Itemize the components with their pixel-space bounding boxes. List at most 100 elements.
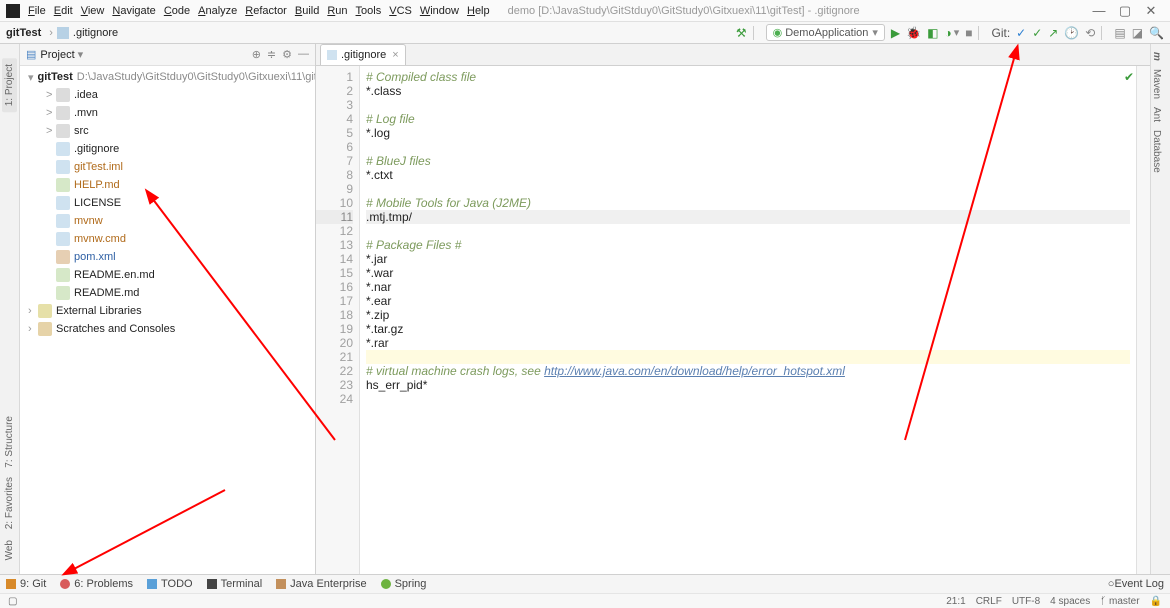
code-line[interactable]: # BlueJ files	[366, 154, 1130, 168]
menu-navigate[interactable]: Navigate	[112, 5, 155, 17]
coverage-button[interactable]: ◧	[927, 26, 938, 40]
code-line[interactable]: *.zip	[366, 308, 1130, 322]
line-separator[interactable]: CRLF	[976, 596, 1002, 607]
toolbar-more-1[interactable]: ▤	[1114, 26, 1125, 40]
hide-icon[interactable]: —	[298, 48, 309, 61]
menu-code[interactable]: Code	[164, 5, 190, 17]
code-line[interactable]: *.nar	[366, 280, 1130, 294]
close-button[interactable]: ✕	[1138, 3, 1164, 19]
stop-button[interactable]: ■	[965, 26, 972, 40]
scratches-and-consoles[interactable]: › Scratches and Consoles	[20, 320, 315, 338]
tree-item-help-md[interactable]: HELP.md	[20, 176, 315, 194]
tree-item-license[interactable]: LICENSE	[20, 194, 315, 212]
tool-tab-terminal[interactable]: Terminal	[207, 578, 263, 590]
tree-item--gitignore[interactable]: .gitignore	[20, 140, 315, 158]
lock-icon[interactable]: 🔒	[1150, 596, 1162, 607]
code-line[interactable]: hs_err_pid*	[366, 378, 1130, 392]
url-link[interactable]: http://www.java.com/en/download/help/err…	[544, 364, 845, 378]
run-button[interactable]: ▶	[891, 26, 900, 40]
tool-tab-structure[interactable]: 7: Structure	[4, 416, 15, 468]
m-icon[interactable]: m	[1151, 52, 1162, 61]
code-line[interactable]: *.rar	[366, 336, 1130, 350]
code-line[interactable]: *.jar	[366, 252, 1130, 266]
code-line[interactable]: .mtj.tmp/	[366, 210, 1130, 224]
code-line[interactable]	[366, 140, 1130, 154]
git-branch[interactable]: ᚶ master	[1100, 596, 1139, 607]
settings-icon[interactable]: ⚙	[282, 48, 292, 61]
menu-analyze[interactable]: Analyze	[198, 5, 237, 17]
tool-tab-java-ee[interactable]: Java Enterprise	[276, 578, 366, 590]
tool-tab-git[interactable]: 9: Git	[6, 578, 46, 590]
tree-item-pom-xml[interactable]: pom.xml	[20, 248, 315, 266]
tree-item-mvnw-cmd[interactable]: mvnw.cmd	[20, 230, 315, 248]
menu-run[interactable]: Run	[327, 5, 347, 17]
menu-tools[interactable]: Tools	[356, 5, 382, 17]
menu-edit[interactable]: Edit	[54, 5, 73, 17]
tree-item-readme-md[interactable]: README.md	[20, 284, 315, 302]
tree-item-src[interactable]: >src	[20, 122, 315, 140]
profile-button[interactable]: ◑	[944, 26, 951, 40]
breadcrumb-root[interactable]: gitTest	[6, 27, 41, 39]
tree-item--idea[interactable]: >.idea	[20, 86, 315, 104]
code-line[interactable]: *.class	[366, 84, 1130, 98]
code-line[interactable]: *.tar.gz	[366, 322, 1130, 336]
project-panel-title[interactable]: Project	[40, 49, 74, 61]
expand-arrow-icon[interactable]: >	[46, 125, 56, 137]
run-config-dropdown[interactable]: ◉DemoApplication ▾	[766, 24, 885, 41]
menu-file[interactable]: File	[28, 5, 46, 17]
code-line[interactable]: # Mobile Tools for Java (J2ME)	[366, 196, 1130, 210]
tool-tab-problems[interactable]: 6: Problems	[60, 578, 133, 590]
tool-tab-maven[interactable]: Maven	[1151, 69, 1162, 99]
code-content[interactable]: # Compiled class file*.class# Log file*.…	[360, 66, 1136, 574]
select-opened-file-icon[interactable]: ⊕	[252, 48, 261, 61]
menu-vcs[interactable]: VCS	[389, 5, 412, 17]
code-line[interactable]: *.log	[366, 126, 1130, 140]
git-commit-button[interactable]: ✓	[1032, 26, 1042, 40]
tool-tab-favorites[interactable]: 2: Favorites	[4, 477, 15, 529]
tool-tab-ant[interactable]: Ant	[1151, 107, 1162, 122]
tool-tab-todo[interactable]: TODO	[147, 578, 193, 590]
maximize-button[interactable]: ▢	[1112, 3, 1138, 19]
external-libraries[interactable]: › External Libraries	[20, 302, 315, 320]
git-push-button[interactable]: ↗	[1048, 26, 1058, 40]
menu-window[interactable]: Window	[420, 5, 459, 17]
menu-help[interactable]: Help	[467, 5, 490, 17]
tree-root[interactable]: ▾ gitTest D:\JavaStudy\GitStduy0\GitStud…	[20, 68, 315, 86]
inspections-ok-icon[interactable]: ✔	[1124, 70, 1134, 84]
code-line[interactable]	[366, 392, 1130, 406]
code-line[interactable]: *.ear	[366, 294, 1130, 308]
tree-item--mvn[interactable]: >.mvn	[20, 104, 315, 122]
git-update-button[interactable]: ✓	[1016, 26, 1026, 40]
minimize-button[interactable]: —	[1086, 3, 1112, 18]
code-line[interactable]	[366, 98, 1130, 112]
code-line[interactable]: # Log file	[366, 112, 1130, 126]
code-line[interactable]: *.war	[366, 266, 1130, 280]
code-line[interactable]	[366, 350, 1130, 364]
code-editor[interactable]: 123456789101112131415161718192021222324 …	[316, 66, 1150, 574]
search-everywhere-button[interactable]: 🔍	[1149, 26, 1164, 40]
code-line[interactable]: # Compiled class file	[366, 70, 1130, 84]
tree-item-gittest-iml[interactable]: gitTest.iml	[20, 158, 315, 176]
tree-item-mvnw[interactable]: mvnw	[20, 212, 315, 230]
code-line[interactable]	[366, 224, 1130, 238]
code-line[interactable]: *.ctxt	[366, 168, 1130, 182]
project-view-dropdown[interactable]: ▾	[78, 48, 84, 61]
toolbar-more-2[interactable]: ◪	[1132, 26, 1143, 40]
indent-setting[interactable]: 4 spaces	[1050, 596, 1090, 607]
code-line[interactable]: # virtual machine crash logs, see http:/…	[366, 364, 1130, 378]
tool-windows-icon[interactable]: ▢	[8, 596, 17, 607]
expand-arrow-icon[interactable]: >	[46, 107, 56, 119]
code-line[interactable]	[366, 182, 1130, 196]
git-history-button[interactable]: 🕑	[1064, 26, 1079, 40]
file-encoding[interactable]: UTF-8	[1012, 596, 1040, 607]
expand-all-icon[interactable]: ≑	[267, 48, 276, 61]
tool-tab-project[interactable]: 1: Project	[2, 58, 17, 112]
build-button[interactable]: ⚒	[736, 26, 747, 40]
menu-build[interactable]: Build	[295, 5, 319, 17]
menu-view[interactable]: View	[81, 5, 105, 17]
tool-tab-database[interactable]: Database	[1151, 130, 1162, 173]
caret-position[interactable]: 21:1	[946, 596, 965, 607]
tool-tab-web[interactable]: Web	[4, 540, 15, 560]
code-line[interactable]: # Package Files #	[366, 238, 1130, 252]
tree-item-readme-en-md[interactable]: README.en.md	[20, 266, 315, 284]
